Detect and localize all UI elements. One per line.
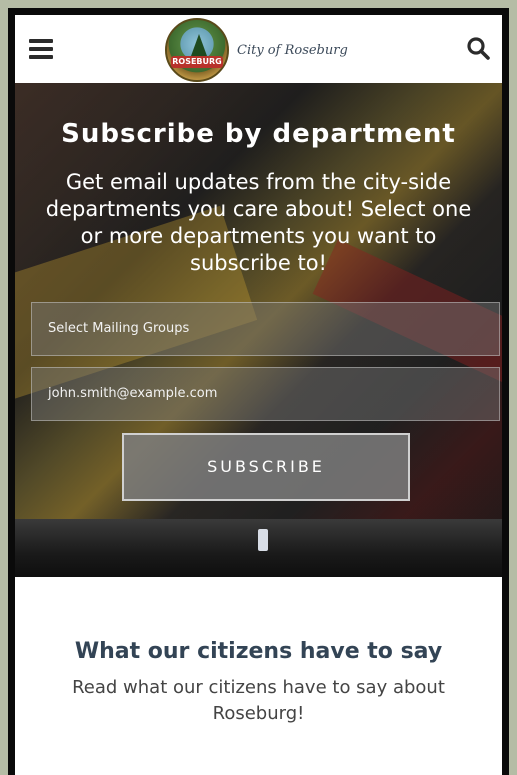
background-photo-light <box>258 529 268 551</box>
subscribe-hero: Subscribe by department Get email update… <box>15 83 502 577</box>
seal-tree <box>191 34 207 56</box>
menu-bar <box>29 39 53 43</box>
subscribe-title: Subscribe by department <box>61 119 456 149</box>
site-header: ROSEBURG City of Roseburg <box>15 15 502 83</box>
logo-text: City of Roseburg <box>237 42 348 58</box>
site-logo[interactable]: ROSEBURG City of Roseburg <box>165 18 348 82</box>
city-seal-icon: ROSEBURG <box>165 18 229 82</box>
phone-screen: ROSEBURG City of Roseburg Subscribe by d… <box>15 15 502 775</box>
menu-bar <box>29 47 53 51</box>
email-field[interactable]: john.smith@example.com <box>31 367 500 421</box>
subscribe-button[interactable]: SUBSCRIBE <box>122 433 410 501</box>
subscribe-description: Get email updates from the city-side dep… <box>45 170 472 275</box>
testimonials-title: What our citizens have to say <box>74 639 443 664</box>
seal-band: ROSEBURG <box>171 56 223 68</box>
search-icon-graphic <box>467 37 490 60</box>
testimonials-description: Read what our citizens have to say about… <box>72 677 445 724</box>
search-icon[interactable] <box>466 36 490 60</box>
hamburger-menu-icon[interactable] <box>29 39 53 59</box>
menu-bar <box>29 55 53 59</box>
mailing-groups-select[interactable]: Select Mailing Groups <box>31 302 500 356</box>
